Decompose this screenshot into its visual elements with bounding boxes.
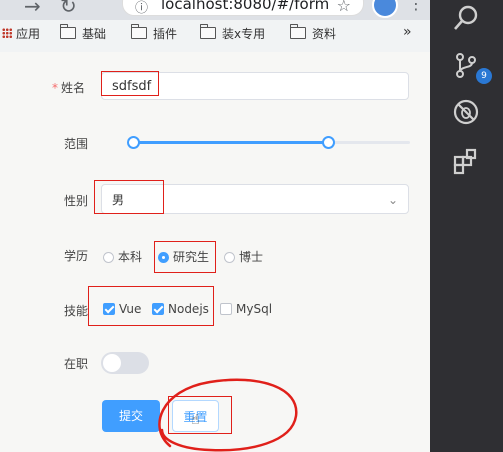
radio-dot [158,252,169,263]
skills-label: 技能 [64,304,89,318]
checkbox-mysql[interactable]: MySql [220,302,272,316]
checkbox-box [103,303,115,315]
radio-dot [103,252,114,263]
activity-bar: 9 [430,0,503,452]
bookmark-folder[interactable]: 资料 [290,24,336,42]
required-mark: * [52,81,58,95]
extensions-icon[interactable] [452,148,480,176]
annotation-circle [158,378,298,452]
form-page: * 姓名 sdfsdf 范围 性别 男 ⌄ 学历 本科 研究生 博士 技能 Vue… [0,52,430,452]
profile-avatar[interactable] [372,0,398,18]
browser-chrome: → ↻ ⓘ localhost:8080/#/form ☆ ⋮ 应用 基础 插件… [0,0,430,52]
bookmark-folder[interactable]: 基础 [60,24,106,42]
folder-icon [60,24,76,39]
education-label: 学历 [64,249,89,263]
bookmarks-more[interactable]: » [403,24,412,40]
folder-icon [131,24,147,39]
address-bar[interactable]: ⓘ localhost:8080/#/form ☆ [122,0,364,16]
reload-icon[interactable]: ↻ [60,0,77,18]
url-text: localhost:8080/#/form [161,0,330,13]
gender-label: 性别 [64,194,89,208]
name-label: * 姓名 [52,81,86,95]
checkbox-nodejs[interactable]: Nodejs [152,302,209,316]
search-icon[interactable] [452,4,480,32]
debug-icon[interactable] [452,98,480,126]
hand-cursor-icon: ☝ [191,412,200,428]
switch-knob [103,354,121,372]
bookmark-folder[interactable]: 装x专用 [200,24,265,42]
slider-handle-start[interactable] [127,136,140,149]
employed-label: 在职 [64,357,89,371]
browser-toolbar: → ↻ ⓘ localhost:8080/#/form ☆ ⋮ [0,0,430,20]
radio-doctor[interactable]: 博士 [224,248,263,265]
chevron-down-icon: ⌄ [387,193,398,207]
radio-bachelor[interactable]: 本科 [103,248,142,265]
bookmark-apps[interactable]: 应用 [2,25,40,42]
bookmark-star-icon[interactable]: ☆ [337,0,351,15]
info-icon[interactable]: ⓘ [135,0,148,16]
folder-icon [200,24,216,39]
apps-icon [2,28,12,38]
radio-dot [224,252,235,263]
range-label: 范围 [64,137,89,151]
folder-icon [290,24,306,39]
gender-value: 男 [112,193,125,207]
bookmark-folder[interactable]: 插件 [131,24,177,42]
forward-icon[interactable]: → [24,0,41,18]
slider-handle-end[interactable] [322,136,335,149]
name-input[interactable]: sdfsdf [101,72,409,100]
slider-fill [130,141,328,144]
source-control-badge: 9 [476,68,492,84]
radio-master[interactable]: 研究生 [158,248,209,265]
bookmarks-bar: 应用 基础 插件 装x专用 资料 » [0,21,430,49]
checkbox-box [220,303,232,315]
checkbox-vue[interactable]: Vue [103,302,141,316]
checkbox-box [152,303,164,315]
range-slider[interactable] [130,141,410,144]
menu-icon[interactable]: ⋮ [408,0,424,13]
source-control-icon[interactable]: 9 [452,52,492,84]
gender-select[interactable]: 男 ⌄ [101,184,409,214]
